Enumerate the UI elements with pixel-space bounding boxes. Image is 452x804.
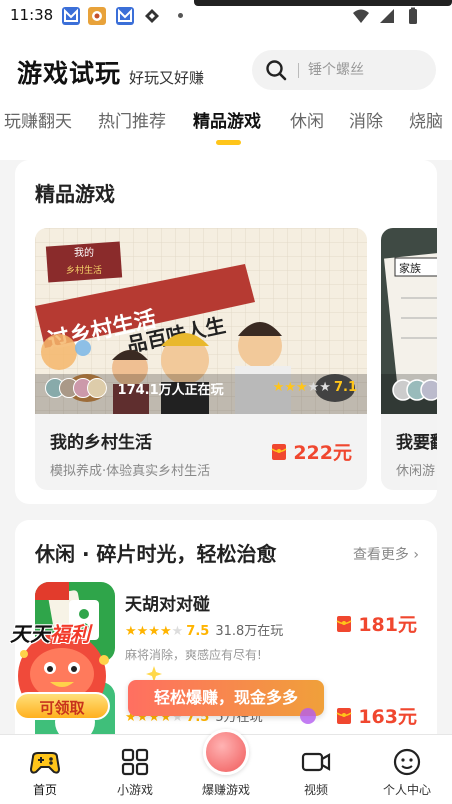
tab-casual[interactable]: 休闲 (290, 107, 324, 132)
signal-icon (379, 9, 394, 23)
daily-welfare-widget[interactable]: 天天福利 可领取 (6, 614, 118, 726)
search-divider (298, 63, 299, 78)
avatar (87, 378, 107, 398)
claim-button[interactable]: 可领取 (14, 692, 110, 720)
nav-earn-games[interactable]: 爆赚游戏 (181, 735, 271, 804)
tab-featured[interactable]: 精品游戏 (193, 107, 261, 132)
featured-game-card[interactable]: 家族 我要翻 休闲游 (381, 228, 437, 490)
top-drag-handle (194, 0, 452, 6)
section-title: 休闲 · 碎片时光，轻松治愈 (35, 542, 277, 566)
see-more-link[interactable]: 查看更多 › (353, 544, 419, 564)
grid-icon (119, 747, 151, 777)
widget-title-b: 福利 (50, 622, 90, 646)
reward-value: 181元 (358, 614, 417, 636)
star-icon: ★★★★ (125, 624, 172, 639)
category-tabs: 玩赚翻天 热门推荐 精品游戏 休闲 消除 烧脑 (0, 104, 452, 145)
banner-stamp-title: 我的 (74, 246, 94, 259)
reward-amount: 163元 (336, 702, 417, 729)
promo-toast: 轻松爆赚，现金多多 (128, 680, 324, 716)
nav-label: 爆赚游戏 (201, 783, 250, 797)
notification-icon (116, 7, 134, 25)
tab-brain[interactable]: 烧脑 (409, 107, 443, 132)
star-icon: ★ (171, 624, 184, 639)
banner-caption-1: 家族 (399, 261, 421, 275)
player-avatars (45, 378, 109, 398)
game-banner-image: 家族 (381, 228, 437, 414)
tab-hot[interactable]: 热门推荐 (98, 107, 166, 132)
page-title: 游戏试玩 (17, 59, 122, 88)
reward-amount: 181元 (336, 610, 417, 637)
video-icon (300, 747, 332, 777)
red-packet-icon (271, 444, 287, 460)
page-header: 游戏试玩 好玩又好赚 玩赚翻天 热门推荐 精品游戏 休闲 消除 烧脑 (0, 34, 452, 160)
status-time: 11:38 (10, 6, 54, 24)
tab-match[interactable]: 消除 (349, 107, 383, 132)
gamepad-icon (29, 747, 61, 777)
rating-score: 7.1 (333, 380, 357, 395)
wifi-icon (352, 9, 369, 23)
featured-game-card[interactable]: 我的 乡村生活 过乡村生活 品百味人生 (35, 228, 367, 490)
tab-wanzhuan[interactable]: 玩赚翻天 (4, 107, 72, 132)
game-name: 天胡对对碰 (125, 595, 210, 615)
nav-profile[interactable]: 个人中心 (362, 735, 452, 804)
widget-title: 天天福利 (10, 618, 90, 647)
star-icon: ★★★ (272, 380, 308, 395)
reward-value: 163元 (358, 706, 417, 728)
rating: ★★★★★ 7.1 (273, 380, 357, 395)
nav-label: 小游戏 (116, 783, 153, 797)
nav-home[interactable]: 首页 (0, 735, 90, 804)
notification-icon (62, 7, 80, 25)
reward-amount: 222元 (271, 438, 352, 465)
banner-stamp-subtitle: 乡村生活 (66, 264, 102, 276)
nav-minigames[interactable]: 小游戏 (90, 735, 180, 804)
status-bar: 11:38 (0, 0, 452, 34)
game-name: 我的乡村生活 (50, 433, 152, 453)
players-count: 174.1万人正在玩 (117, 382, 224, 398)
decor-bubble (300, 708, 316, 724)
nav-label: 个人中心 (382, 783, 431, 797)
battery-icon (409, 7, 417, 24)
players-badge: 174.1万人正在玩 (45, 378, 224, 400)
page-subtitle: 好玩又好赚 (129, 69, 205, 87)
search-input[interactable] (308, 59, 423, 81)
chevron-right-icon: › (413, 547, 419, 563)
app-notification-icon (88, 7, 106, 25)
nav-video[interactable]: 视频 (271, 735, 361, 804)
status-dot (178, 13, 183, 18)
featured-section: 精品游戏 我的 乡村生活 过乡村生活 品百味人生 (15, 160, 437, 504)
system-icons (349, 7, 422, 29)
section-title: 精品游戏 (35, 182, 115, 206)
game-notification-icon (143, 7, 161, 25)
star-icon: ★★ (307, 380, 331, 395)
game-meta: ★★★★★ 7.5 31.8万在玩 (125, 620, 283, 639)
tab-active-indicator (216, 140, 241, 145)
search-bar[interactable] (252, 50, 436, 90)
see-more-label: 查看更多 (352, 547, 409, 563)
search-icon (265, 59, 287, 81)
game-name: 我要翻 (396, 433, 437, 453)
red-packet-icon (336, 708, 352, 724)
game-desc: 模拟养成·体验真实乡村生活 (50, 464, 211, 479)
game-desc: 休闲游 (396, 464, 436, 479)
game-desc: 麻将消除，爽感应有尽有! (125, 648, 262, 662)
nav-label: 首页 (32, 783, 57, 797)
rating-score: 7.5 (186, 624, 210, 639)
smile-icon (391, 747, 423, 777)
players-count: 31.8万在玩 (215, 624, 284, 639)
bottom-navigation: 首页 小游戏 爆赚游戏 视频 个人中心 (0, 729, 452, 804)
nav-label: 视频 (303, 783, 328, 797)
widget-title-a: 天天 (10, 622, 50, 646)
reward-value: 222元 (293, 442, 352, 464)
red-packet-icon (336, 616, 352, 632)
